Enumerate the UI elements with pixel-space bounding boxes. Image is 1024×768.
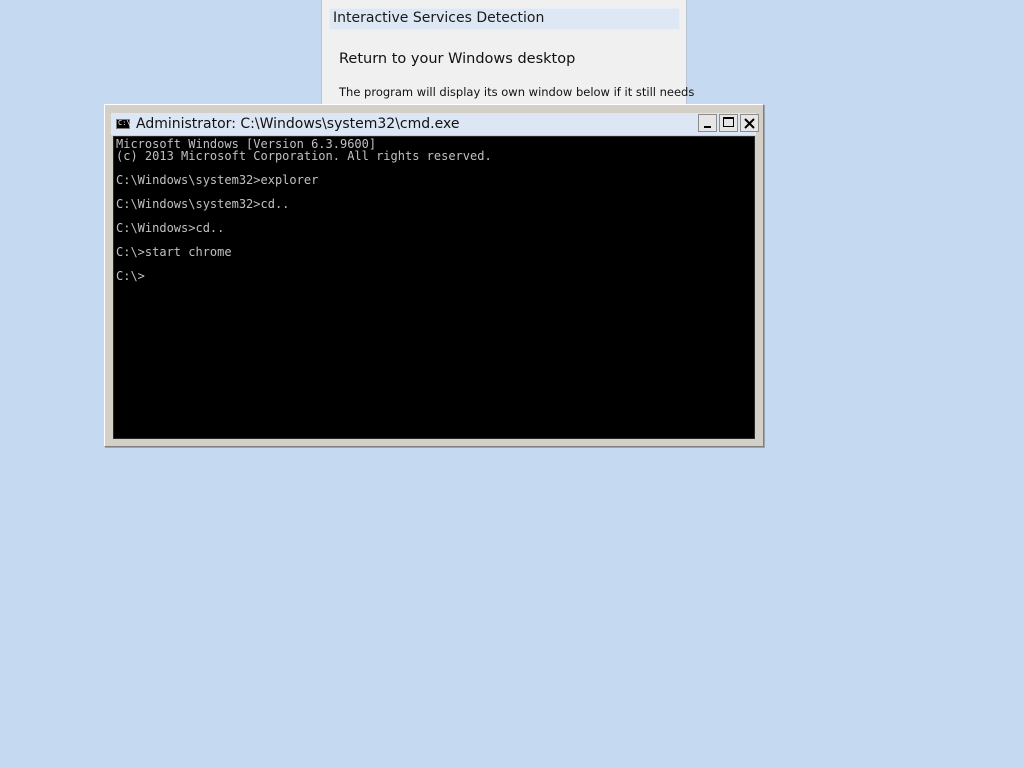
console-lines: Microsoft Windows [Version 6.3.9600] (c) … xyxy=(116,138,492,282)
console-line: C:\> xyxy=(116,269,145,283)
console-line: C:\>start chrome xyxy=(116,245,232,259)
cmd-icon-glyph: C:\ xyxy=(118,119,131,127)
minimize-button[interactable] xyxy=(698,114,717,132)
maximize-button[interactable] xyxy=(719,114,738,132)
console-line: C:\Windows>cd.. xyxy=(116,221,225,235)
isd-title: Interactive Services Detection xyxy=(333,10,545,26)
close-icon xyxy=(744,118,755,129)
cmd-window[interactable]: C:\ Administrator: C:\Windows\system32\c… xyxy=(104,104,764,447)
console-line: (c) 2013 Microsoft Corporation. All righ… xyxy=(116,149,492,163)
cmd-icon[interactable]: C:\ xyxy=(116,119,131,129)
cmd-window-title: Administrator: C:\Windows\system32\cmd.e… xyxy=(136,116,460,132)
isd-return-to-desktop-heading: Return to your Windows desktop xyxy=(339,51,576,67)
close-button[interactable] xyxy=(740,114,759,132)
console-line: C:\Windows\system32>explorer xyxy=(116,173,319,187)
console-output[interactable]: Microsoft Windows [Version 6.3.9600] (c) … xyxy=(113,136,755,439)
console-line: C:\Windows\system32>cd.. xyxy=(116,197,290,211)
isd-header: Interactive Services Detection xyxy=(329,8,680,30)
interactive-services-detection-window[interactable]: Interactive Services Detection Return to… xyxy=(321,0,694,115)
isd-body-text: The program will display its own window … xyxy=(339,85,695,99)
cmd-titlebar[interactable]: C:\ Administrator: C:\Windows\system32\c… xyxy=(111,113,759,135)
